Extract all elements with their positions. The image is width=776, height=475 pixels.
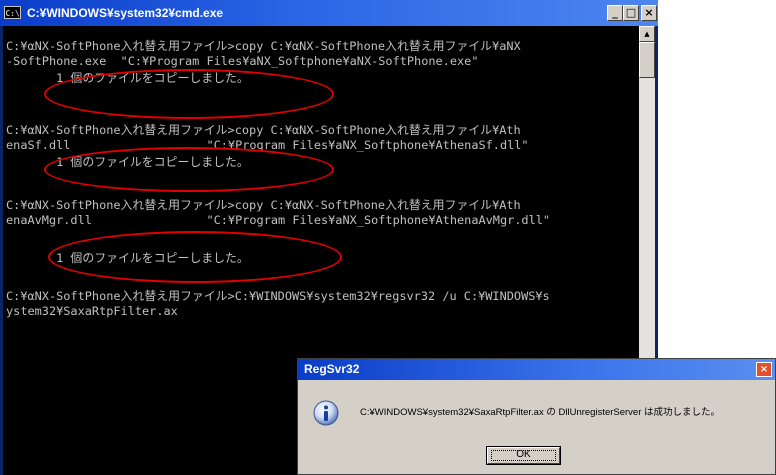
- maximize-button[interactable]: □: [623, 5, 639, 21]
- ok-button[interactable]: OK: [486, 446, 561, 465]
- focus-rectangle: [491, 450, 556, 461]
- cmd-title-bar[interactable]: C:\ C:¥WINDOWS¥system32¥cmd.exe _ □ ×: [0, 0, 658, 26]
- console-line: ystem32¥SaxaRtpFilter.ax: [6, 304, 178, 318]
- info-icon: [313, 400, 339, 426]
- cmd-window-title: C:¥WINDOWS¥system32¥cmd.exe: [27, 6, 224, 20]
- console-line: C:¥αNX-SoftPhone入れ替え用ファイル>copy C:¥αNX-So…: [6, 198, 521, 212]
- dialog-title: RegSvr32: [304, 362, 360, 376]
- minimize-button[interactable]: _: [607, 5, 623, 21]
- console-line: C:¥αNX-SoftPhone入れ替え用ファイル>C:¥WINDOWS¥sys…: [6, 289, 550, 303]
- console-line: enaAvMgr.dll "C:¥Program Files¥aNX_Softp…: [6, 213, 551, 227]
- console-icon[interactable]: C:\: [4, 6, 21, 19]
- highlight-oval: [44, 147, 334, 192]
- close-button[interactable]: ×: [641, 5, 657, 21]
- scroll-up-icon[interactable]: ▲: [639, 26, 655, 42]
- scroll-thumb[interactable]: [639, 42, 655, 78]
- highlight-oval: [44, 69, 334, 119]
- dialog-close-button[interactable]: ×: [756, 362, 772, 377]
- regsvr32-dialog: RegSvr32 × C:¥WINDOWS¥system32¥SaxaRtpFi…: [297, 358, 776, 475]
- dialog-title-bar[interactable]: RegSvr32 ×: [298, 359, 775, 380]
- dialog-message: C:¥WINDOWS¥system32¥SaxaRtpFilter.ax の D…: [360, 407, 721, 418]
- console-line: C:¥αNX-SoftPhone入れ替え用ファイル>copy C:¥αNX-So…: [6, 39, 521, 53]
- highlight-oval: [48, 231, 342, 283]
- console-line: C:¥αNX-SoftPhone入れ替え用ファイル>copy C:¥αNX-So…: [6, 123, 521, 137]
- console-line: -SoftPhone.exe "C:¥Program Files¥aNX_Sof…: [6, 54, 479, 68]
